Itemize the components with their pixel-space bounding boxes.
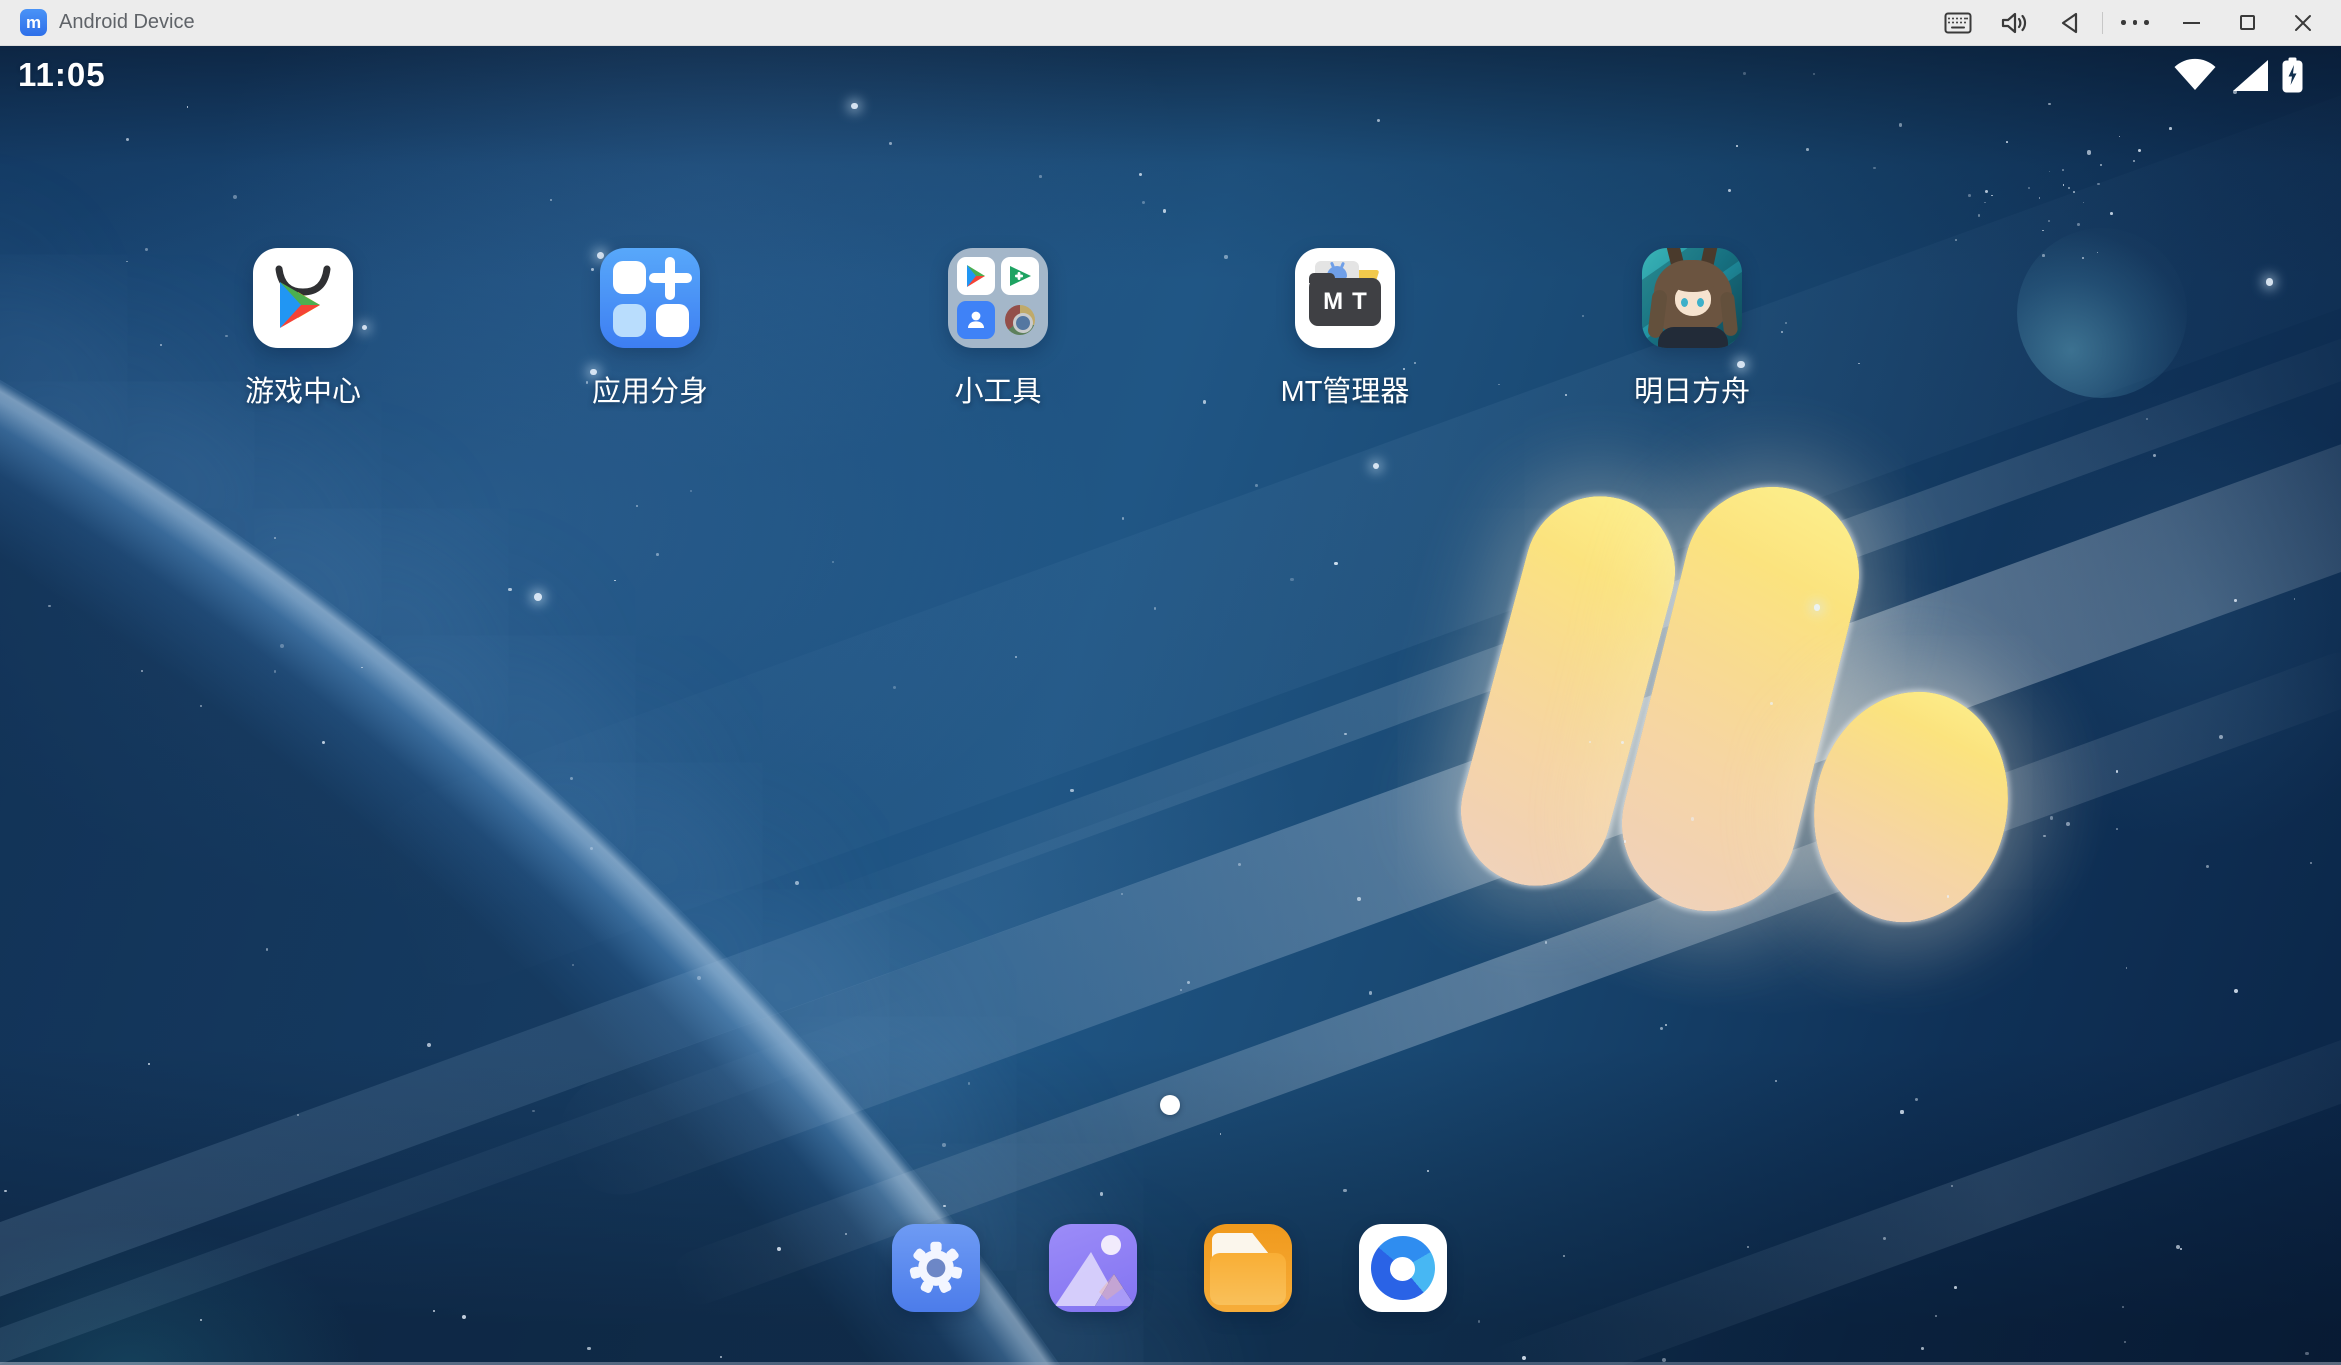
maximize-button[interactable] — [2219, 0, 2275, 46]
controls-divider — [2102, 11, 2103, 34]
wallpaper-planet-small — [2017, 228, 2187, 398]
mt-manager-icon: MT — [1295, 248, 1395, 348]
app-widgets-folder[interactable]: 小工具 — [898, 248, 1098, 410]
app-app-clone[interactable]: 应用分身 — [550, 248, 750, 410]
close-button[interactable] — [2275, 0, 2331, 46]
emulator-window: m Android Device 11:05 游戏中心 应用分身 小工具 MT … — [0, 0, 2341, 1365]
contacts-mini-icon — [957, 301, 995, 339]
app-label: 小工具 — [954, 376, 1042, 408]
back-icon[interactable] — [2042, 0, 2098, 46]
arknights-icon — [1642, 248, 1742, 348]
more-options-icon[interactable] — [2107, 0, 2163, 46]
app-game-center[interactable]: 游戏中心 — [203, 248, 403, 410]
android-home-screen: 11:05 游戏中心 应用分身 小工具 MT MT管理器 明日方舟 — [0, 46, 2341, 1365]
app-label: 应用分身 — [591, 376, 708, 408]
dock-gallery-icon[interactable] — [1049, 1224, 1137, 1312]
window-controls — [1930, 0, 2331, 45]
play-games-mini-icon — [1001, 257, 1039, 295]
status-time: 11:05 — [18, 56, 106, 93]
battery-charging-icon — [2282, 57, 2303, 93]
play-store-mini-icon — [957, 257, 995, 295]
cellular-signal-icon — [2230, 58, 2270, 92]
dock-browser-icon[interactable] — [1359, 1224, 1447, 1312]
chrome-mini-icon — [1001, 301, 1039, 339]
window-title: Android Device — [59, 11, 195, 33]
widgets-folder-icon — [948, 248, 1048, 348]
game-center-icon — [253, 248, 353, 348]
app-clone-icon — [600, 248, 700, 348]
volume-icon[interactable] — [1986, 0, 2042, 46]
app-label: 明日方舟 — [1633, 376, 1750, 408]
status-bar: 11:05 — [0, 46, 2341, 98]
mumu-logo-icon: m — [20, 9, 47, 36]
minimize-button[interactable] — [2163, 0, 2219, 46]
page-indicator-dot[interactable] — [1160, 1095, 1180, 1115]
app-label: 游戏中心 — [244, 376, 361, 408]
wifi-icon — [2172, 57, 2218, 93]
keyboard-icon[interactable] — [1930, 0, 1986, 46]
app-mt-manager[interactable]: MT MT管理器 — [1245, 248, 1445, 410]
app-label: MT管理器 — [1280, 376, 1410, 408]
dock-files-icon[interactable] — [1204, 1224, 1292, 1312]
dock-settings-icon[interactable] — [892, 1224, 980, 1312]
mt-folder-label: MT — [1309, 273, 1381, 326]
window-titlebar[interactable]: m Android Device — [0, 0, 2341, 46]
app-arknights[interactable]: 明日方舟 — [1592, 248, 1792, 410]
